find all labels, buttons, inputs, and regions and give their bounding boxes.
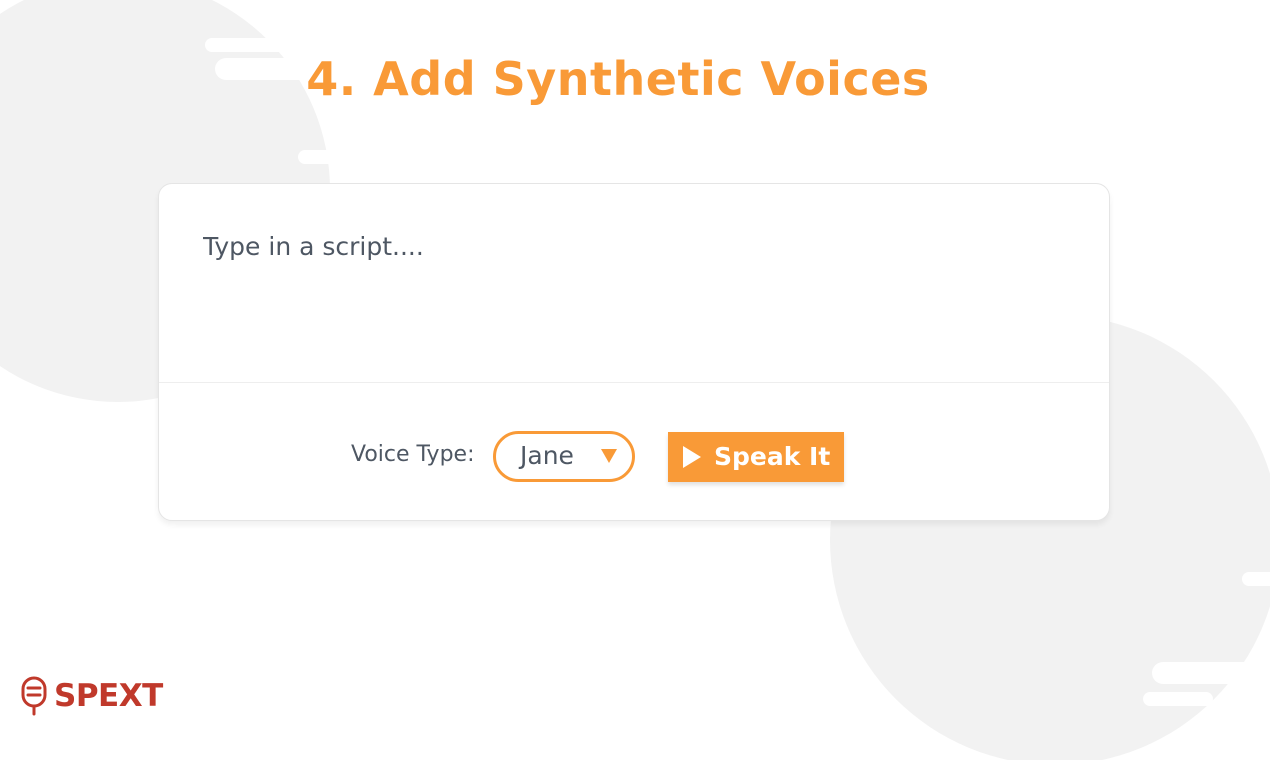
divider <box>159 382 1109 383</box>
brand-name: SPEXT <box>54 678 163 714</box>
microphone-logo-icon <box>21 676 47 716</box>
voice-editor-card: Voice Type: Jane Speak It <box>158 183 1110 521</box>
script-input[interactable] <box>203 232 1063 362</box>
speak-it-label: Speak It <box>714 442 831 471</box>
speak-it-button[interactable]: Speak It <box>668 432 844 482</box>
page-title: 4. Add Synthetic Voices <box>306 52 930 106</box>
voice-type-select[interactable]: Jane <box>493 431 635 482</box>
caret-down-icon <box>601 449 617 463</box>
voice-type-value: Jane <box>520 441 574 470</box>
voice-type-label: Voice Type: <box>351 442 475 467</box>
play-icon <box>683 446 701 468</box>
